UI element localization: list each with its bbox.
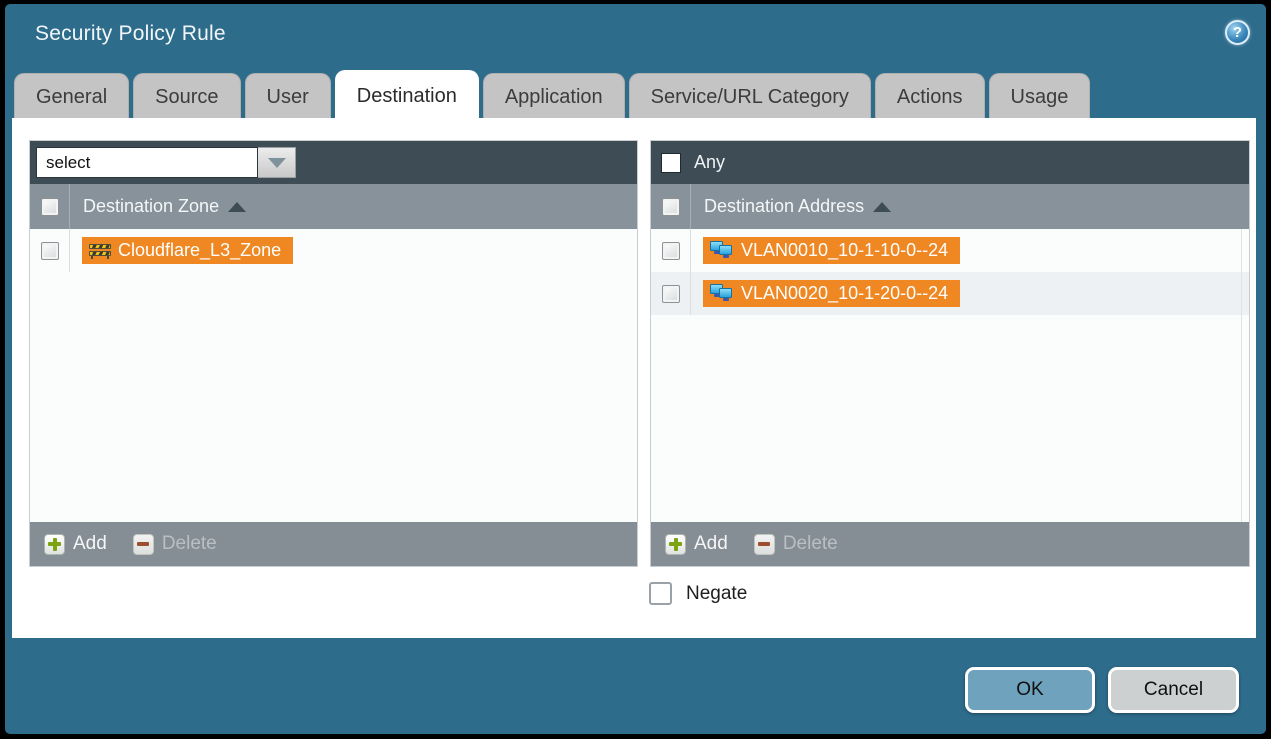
add-zone-label: Add	[73, 533, 107, 555]
dialog-title: Security Policy Rule	[35, 22, 226, 46]
add-address-button[interactable]: Add	[665, 533, 728, 555]
sort-ascending-icon[interactable]	[228, 202, 246, 212]
address-select-all-checkbox[interactable]	[662, 198, 680, 216]
address-column-title[interactable]: Destination Address	[704, 196, 864, 217]
zone-entry-label: Cloudflare_L3_Zone	[118, 240, 281, 261]
zone-panel-toolbar: select	[30, 141, 637, 184]
zone-column-header: Destination Zone	[30, 184, 637, 229]
zone-rows: Cloudflare_L3_Zone	[30, 229, 637, 522]
tab-usage[interactable]: Usage	[989, 73, 1091, 121]
destination-address-panel: Any Destination Address	[650, 140, 1250, 567]
zone-select-input[interactable]: select	[36, 147, 258, 178]
address-panel-footer: Add Delete	[651, 522, 1249, 566]
negate-control: Negate	[649, 582, 747, 605]
add-address-label: Add	[694, 533, 728, 555]
tab-service-url-category[interactable]: Service/URL Category	[629, 73, 871, 121]
sort-ascending-icon[interactable]	[873, 202, 891, 212]
any-checkbox[interactable]	[661, 153, 681, 173]
zone-entry-cloudflare-l3-zone[interactable]: Cloudflare_L3_Zone	[82, 237, 293, 264]
table-row: VLAN0010_10-1-10-0--24	[651, 229, 1249, 272]
zone-icon	[89, 243, 111, 259]
address-entry-vlan0010[interactable]: VLAN0010_10-1-10-0--24	[703, 237, 960, 264]
ok-button[interactable]: OK	[965, 667, 1095, 713]
tab-source[interactable]: Source	[133, 73, 240, 121]
row-checkbox[interactable]	[41, 242, 59, 260]
table-row: VLAN0020_10-1-20-0--24	[651, 272, 1249, 315]
delete-zone-button[interactable]: Delete	[133, 533, 217, 555]
address-rows: VLAN0010_10-1-10-0--24 VLAN0020_10-1-20-…	[651, 229, 1249, 522]
network-icon	[710, 284, 734, 303]
plus-icon	[665, 534, 686, 555]
network-icon	[710, 241, 734, 260]
address-entry-label: VLAN0010_10-1-10-0--24	[741, 240, 948, 261]
tab-actions[interactable]: Actions	[875, 73, 985, 121]
row-checkbox-cell	[30, 229, 70, 272]
row-checkbox[interactable]	[662, 242, 680, 260]
minus-icon	[133, 534, 154, 555]
destination-tab-content: select Destination Zone	[12, 118, 1256, 638]
zone-select-combobox: select	[36, 147, 296, 178]
zone-select-all-cell	[30, 184, 70, 229]
address-entry-vlan0020[interactable]: VLAN0020_10-1-20-0--24	[703, 280, 960, 307]
delete-zone-label: Delete	[162, 533, 217, 555]
tab-general[interactable]: General	[14, 73, 129, 121]
zone-column-title[interactable]: Destination Zone	[83, 196, 219, 217]
address-entry-label: VLAN0020_10-1-20-0--24	[741, 283, 948, 304]
zone-select-all-checkbox[interactable]	[41, 198, 59, 216]
address-panel-toolbar: Any	[651, 141, 1249, 184]
negate-label: Negate	[686, 583, 747, 605]
tab-bar: General Source User Destination Applicat…	[14, 70, 1090, 121]
tab-destination[interactable]: Destination	[335, 70, 479, 121]
address-select-all-cell	[651, 184, 691, 229]
scrollbar-track[interactable]	[1241, 229, 1242, 522]
tab-application[interactable]: Application	[483, 73, 625, 121]
row-checkbox-cell	[651, 272, 691, 315]
destination-zone-panel: select Destination Zone	[29, 140, 638, 567]
delete-address-button[interactable]: Delete	[754, 533, 838, 555]
address-column-header: Destination Address	[651, 184, 1249, 229]
row-checkbox-cell	[651, 229, 691, 272]
zone-panel-footer: Add Delete	[30, 522, 637, 566]
any-label: Any	[694, 152, 725, 173]
help-icon[interactable]: ?	[1225, 20, 1250, 45]
row-checkbox[interactable]	[662, 285, 680, 303]
cancel-button[interactable]: Cancel	[1108, 667, 1239, 713]
chevron-down-icon	[268, 158, 286, 168]
table-row: Cloudflare_L3_Zone	[30, 229, 637, 272]
tab-user[interactable]: User	[245, 73, 331, 121]
plus-icon	[44, 534, 65, 555]
zone-select-dropdown-button[interactable]	[258, 147, 296, 178]
add-zone-button[interactable]: Add	[44, 533, 107, 555]
negate-checkbox[interactable]	[649, 582, 672, 605]
delete-address-label: Delete	[783, 533, 838, 555]
minus-icon	[754, 534, 775, 555]
security-policy-rule-dialog: Security Policy Rule ? General Source Us…	[5, 4, 1266, 734]
